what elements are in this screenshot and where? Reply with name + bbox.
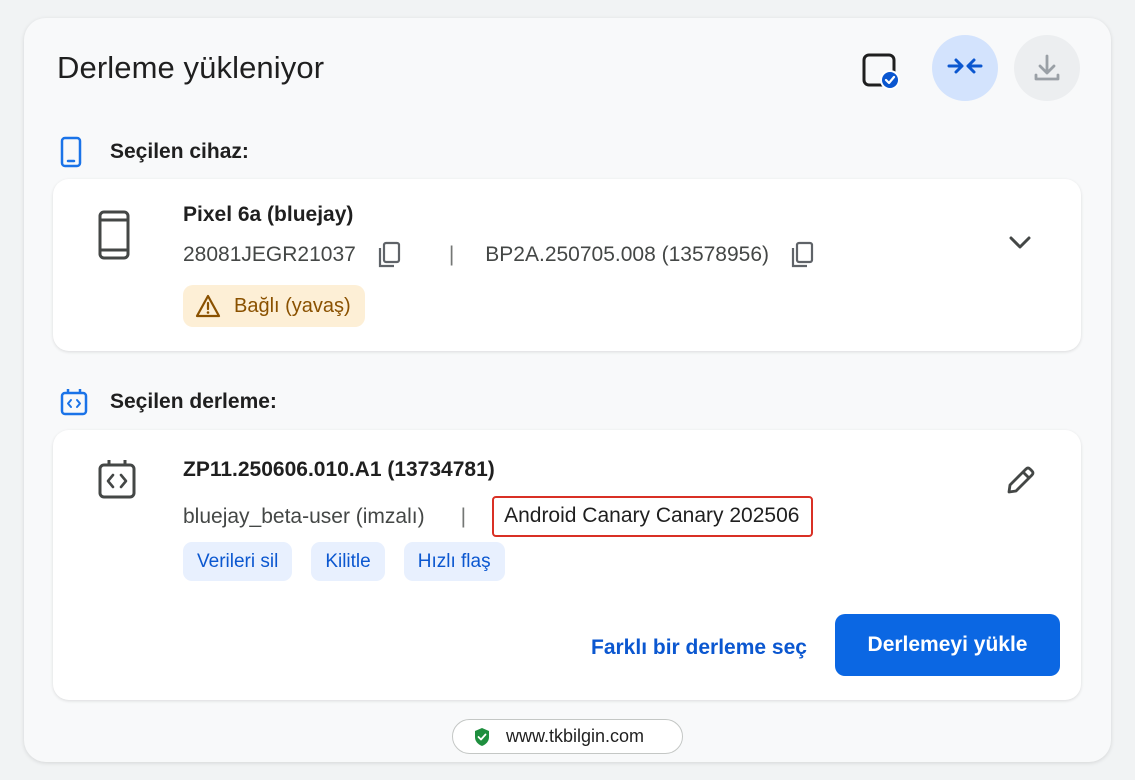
device-meta: 28081JEGR21037 | BP2A.250705.008 (135789… — [183, 241, 815, 269]
selected-build-label: Seçilen derleme: — [59, 387, 277, 417]
download-button[interactable] — [1014, 35, 1080, 101]
copy-icon — [378, 241, 400, 268]
separator: | — [460, 504, 467, 528]
device-name: Pixel 6a (bluejay) — [183, 203, 354, 226]
build-code-icon — [97, 458, 137, 505]
choose-other-build-button[interactable]: Farklı bir derleme seç — [591, 636, 807, 660]
build-target: bluejay_beta-user (imzalı) — [183, 504, 425, 528]
selected-device-label: Seçilen cihaz: — [59, 136, 249, 168]
download-icon — [1034, 54, 1060, 81]
fastboot-chip[interactable]: Hızlı flaş — [403, 542, 505, 581]
copy-serial-button[interactable] — [376, 241, 402, 269]
device-build-id: BP2A.250705.008 (13578956) — [485, 243, 770, 266]
wipe-data-chip[interactable]: Verileri sil — [183, 542, 293, 581]
phone-icon — [59, 136, 93, 168]
expand-device-button[interactable] — [1007, 234, 1033, 252]
collapse-button[interactable] — [932, 35, 998, 101]
build-meta: bluejay_beta-user (imzalı) | Android Can… — [183, 496, 814, 537]
install-build-button[interactable]: Derlemeyi yükle — [835, 614, 1060, 676]
phone-device-icon — [97, 209, 131, 266]
warning-icon — [195, 294, 221, 318]
build-card: ZP11.250606.010.A1 (13734781) bluejay_be… — [53, 430, 1081, 700]
flash-panel: Derleme yükleniyor Seçilen cihaz: Pixel … — [24, 18, 1111, 762]
chevron-down-icon — [1009, 236, 1031, 249]
watermark-url: www.tkbilgin.com — [452, 719, 683, 754]
lock-chip[interactable]: Kilitle — [311, 542, 385, 581]
shield-check-icon — [473, 727, 491, 747]
copy-icon — [791, 241, 814, 268]
flash-options: Verileri sil Kilitle Hızlı flaş — [183, 542, 524, 581]
device-card: Pixel 6a (bluejay) 28081JEGR21037 | BP2A… — [53, 179, 1081, 351]
build-package-icon — [59, 387, 93, 417]
edit-build-button[interactable] — [1003, 464, 1037, 498]
pencil-icon — [1007, 466, 1035, 494]
screen-check-button[interactable] — [849, 38, 915, 104]
copy-build-id-button[interactable] — [789, 241, 815, 269]
build-channel: Android Canary Canary 202506 — [492, 496, 814, 537]
page-title: Derleme yükleniyor — [57, 50, 325, 85]
collapse-arrows-icon — [947, 58, 983, 74]
device-serial: 28081JEGR21037 — [183, 243, 356, 266]
separator: | — [448, 243, 455, 266]
connection-status-badge: Bağlı (yavaş) — [183, 285, 365, 327]
build-name: ZP11.250606.010.A1 (13734781) — [183, 458, 495, 481]
screen-check-icon — [862, 53, 900, 90]
